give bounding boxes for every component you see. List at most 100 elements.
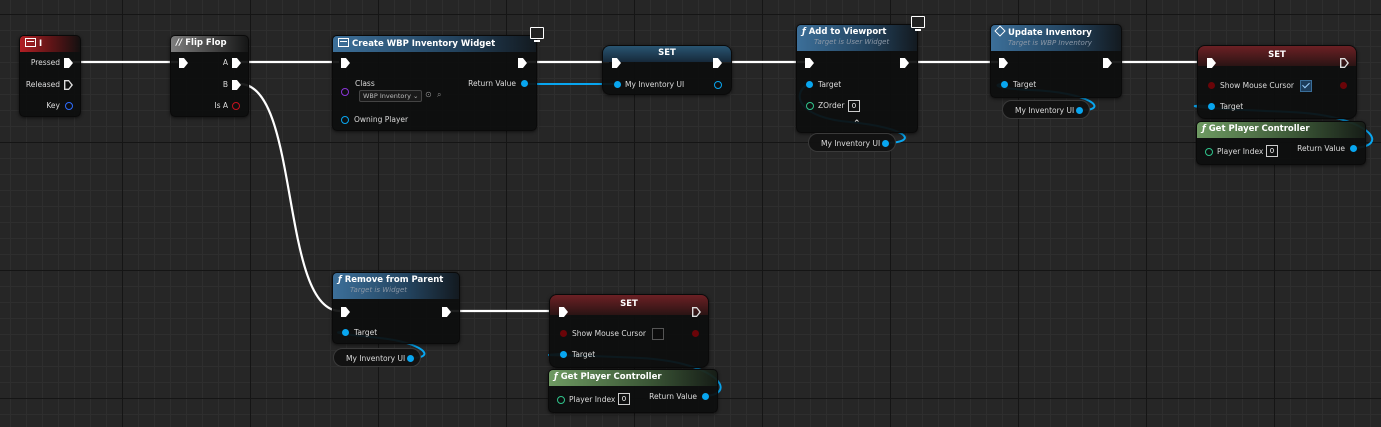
set-inventory-output-pin[interactable] [714, 81, 722, 89]
input-key-header: I [20, 36, 80, 52]
released-exec-pin[interactable] [64, 80, 73, 90]
set-cursor-false-header: SET [550, 295, 708, 315]
flipflop-exec-in-pin[interactable] [179, 58, 188, 68]
set-cursor-true-target-label: Target [1220, 102, 1244, 111]
add-viewport-node[interactable]: ƒ Add to Viewport Target is User Widget Ta… [796, 24, 918, 133]
add-viewport-header: ƒ Add to Viewport Target is User Widget [797, 25, 917, 51]
class-dropdown-value: WBP Inventory [363, 92, 411, 100]
create-widget-node[interactable]: Create WBP Inventory Widget Class WBP In… [332, 35, 537, 131]
input-key-node[interactable]: I Pressed Released Key [19, 35, 81, 117]
show-cursor-true-pin[interactable] [1208, 82, 1215, 89]
chevron-up-icon[interactable]: ⌃ [853, 119, 861, 129]
remove-parent-subtitle: Target is Widget [350, 286, 408, 294]
inventory-getter-viewport[interactable]: My Inventory UI [808, 133, 896, 152]
function-icon: ƒ [802, 27, 806, 37]
zorder-input[interactable]: 0 [848, 100, 860, 112]
show-cursor-true-checkbox[interactable] [1300, 80, 1312, 92]
set-cursor-false-exec-out-pin[interactable] [692, 307, 701, 317]
create-widget-exec-in-pin[interactable] [341, 58, 350, 68]
monitor-icon [911, 16, 925, 31]
set-cursor-true-node[interactable]: SET Show Mouse Cursor Target [1197, 45, 1357, 119]
flipflop-node[interactable]: //Flip Flop A B Is A [170, 35, 249, 117]
flipflop-isa-pin[interactable] [232, 102, 240, 110]
inventory-getter-viewport-pin[interactable] [882, 140, 889, 147]
owning-player-label: Owning Player [354, 115, 409, 124]
remove-parent-header: ƒ Remove from Parent Target is Widget [333, 273, 459, 299]
show-cursor-false-checkbox[interactable] [652, 328, 664, 340]
set-cursor-false-title: SET [620, 299, 638, 309]
key-struct-pin[interactable] [65, 102, 73, 110]
remove-parent-exec-out-pin[interactable] [442, 307, 451, 317]
get-pc-2-index-pin[interactable] [557, 396, 565, 404]
remove-parent-target-label: Target [354, 328, 378, 337]
set-cursor-false-target-pin[interactable] [560, 351, 567, 358]
zorder-label: ZOrder [818, 101, 845, 110]
get-pc-2-return-label: Return Value [649, 392, 697, 401]
add-viewport-target-pin[interactable] [806, 81, 813, 88]
zorder-pin[interactable] [806, 102, 814, 110]
inventory-getter-remove[interactable]: My Inventory UI [333, 348, 421, 367]
remove-parent-exec-in-pin[interactable] [341, 307, 350, 317]
flipflop-isa-label: Is A [214, 101, 228, 110]
get-pc-1-index-input[interactable]: 0 [1266, 145, 1278, 157]
set-inventory-node[interactable]: SET My Inventory UI [602, 45, 732, 95]
class-dropdown[interactable]: WBP Inventory ⌄ [359, 90, 423, 102]
show-cursor-true-output-pin[interactable] [1340, 82, 1347, 89]
set-cursor-true-exec-out-pin[interactable] [1340, 58, 1349, 68]
update-inventory-target-pin[interactable] [1001, 81, 1008, 88]
get-pc-1-return-pin[interactable] [1350, 145, 1357, 152]
create-widget-exec-out-pin[interactable] [518, 58, 527, 68]
function-icon: ƒ [1202, 124, 1206, 134]
add-viewport-exec-out-pin[interactable] [900, 58, 909, 68]
set-cursor-false-target-label: Target [572, 350, 596, 359]
update-inventory-target-label: Target [1013, 80, 1037, 89]
inventory-getter-remove-pin[interactable] [407, 355, 414, 362]
inventory-getter-update[interactable]: My Inventory UI [1002, 100, 1090, 119]
inventory-getter-update-pin[interactable] [1076, 107, 1083, 114]
update-inventory-node[interactable]: Update Inventory Target is WBP Inventory … [990, 24, 1122, 98]
get-pc-2-return-pin[interactable] [702, 393, 709, 400]
function-icon: ƒ [338, 275, 342, 285]
inventory-getter-update-label: My Inventory UI [1015, 106, 1075, 115]
get-pc-1-node[interactable]: ƒ Get Player Controller Player Index 0 Re… [1196, 121, 1366, 165]
pressed-exec-pin[interactable] [64, 58, 73, 68]
get-pc-2-node[interactable]: ƒ Get Player Controller Player Index 0 Re… [548, 369, 718, 413]
remove-parent-target-pin[interactable] [342, 329, 349, 336]
add-viewport-title: Add to Viewport [808, 27, 887, 37]
add-viewport-subtitle: Target is User Widget [814, 38, 890, 46]
get-pc-2-index-input[interactable]: 0 [618, 393, 630, 405]
remove-parent-node[interactable]: ƒ Remove from Parent Target is Widget Targ… [332, 272, 460, 344]
exec-wire-b-remove [239, 82, 341, 313]
add-viewport-exec-in-pin[interactable] [805, 58, 814, 68]
return-value-label: Return Value [468, 79, 516, 88]
return-value-pin[interactable] [521, 80, 528, 87]
show-cursor-false-output-pin[interactable] [692, 330, 699, 337]
create-widget-header: Create WBP Inventory Widget [333, 36, 536, 52]
input-key-title: I [39, 39, 43, 49]
released-label: Released [25, 80, 60, 89]
set-cursor-false-node[interactable]: SET Show Mouse Cursor Target [549, 294, 709, 368]
update-inventory-exec-in-pin[interactable] [999, 58, 1008, 68]
update-inventory-exec-out-pin[interactable] [1103, 58, 1112, 68]
get-pc-1-index-label: Player Index [1217, 147, 1264, 156]
inventory-getter-remove-label: My Inventory UI [346, 354, 406, 363]
owning-player-pin[interactable] [341, 116, 349, 124]
flipflop-b-pin[interactable] [232, 80, 241, 90]
search-icon[interactable]: ⌕ [437, 90, 441, 100]
inventory-getter-viewport-label: My Inventory UI [821, 139, 881, 148]
get-pc-1-header: ƒ Get Player Controller [1197, 122, 1365, 138]
get-pc-1-index-pin[interactable] [1205, 148, 1213, 156]
set-cursor-true-target-pin[interactable] [1208, 103, 1215, 110]
get-pc-2-header: ƒ Get Player Controller [549, 370, 717, 386]
function-icon: ƒ [554, 372, 558, 382]
create-widget-title: Create WBP Inventory Widget [352, 39, 496, 49]
widget-icon [338, 38, 349, 47]
flipflop-a-pin[interactable] [232, 58, 241, 68]
class-pin[interactable] [341, 88, 349, 96]
set-inventory-value-pin[interactable] [614, 81, 621, 88]
show-cursor-false-pin[interactable] [560, 330, 567, 337]
show-cursor-false-label: Show Mouse Cursor [572, 329, 646, 338]
pressed-label: Pressed [30, 58, 60, 67]
browse-icon[interactable]: ⊙ [425, 90, 432, 99]
flipflop-b-label: B [222, 80, 228, 89]
